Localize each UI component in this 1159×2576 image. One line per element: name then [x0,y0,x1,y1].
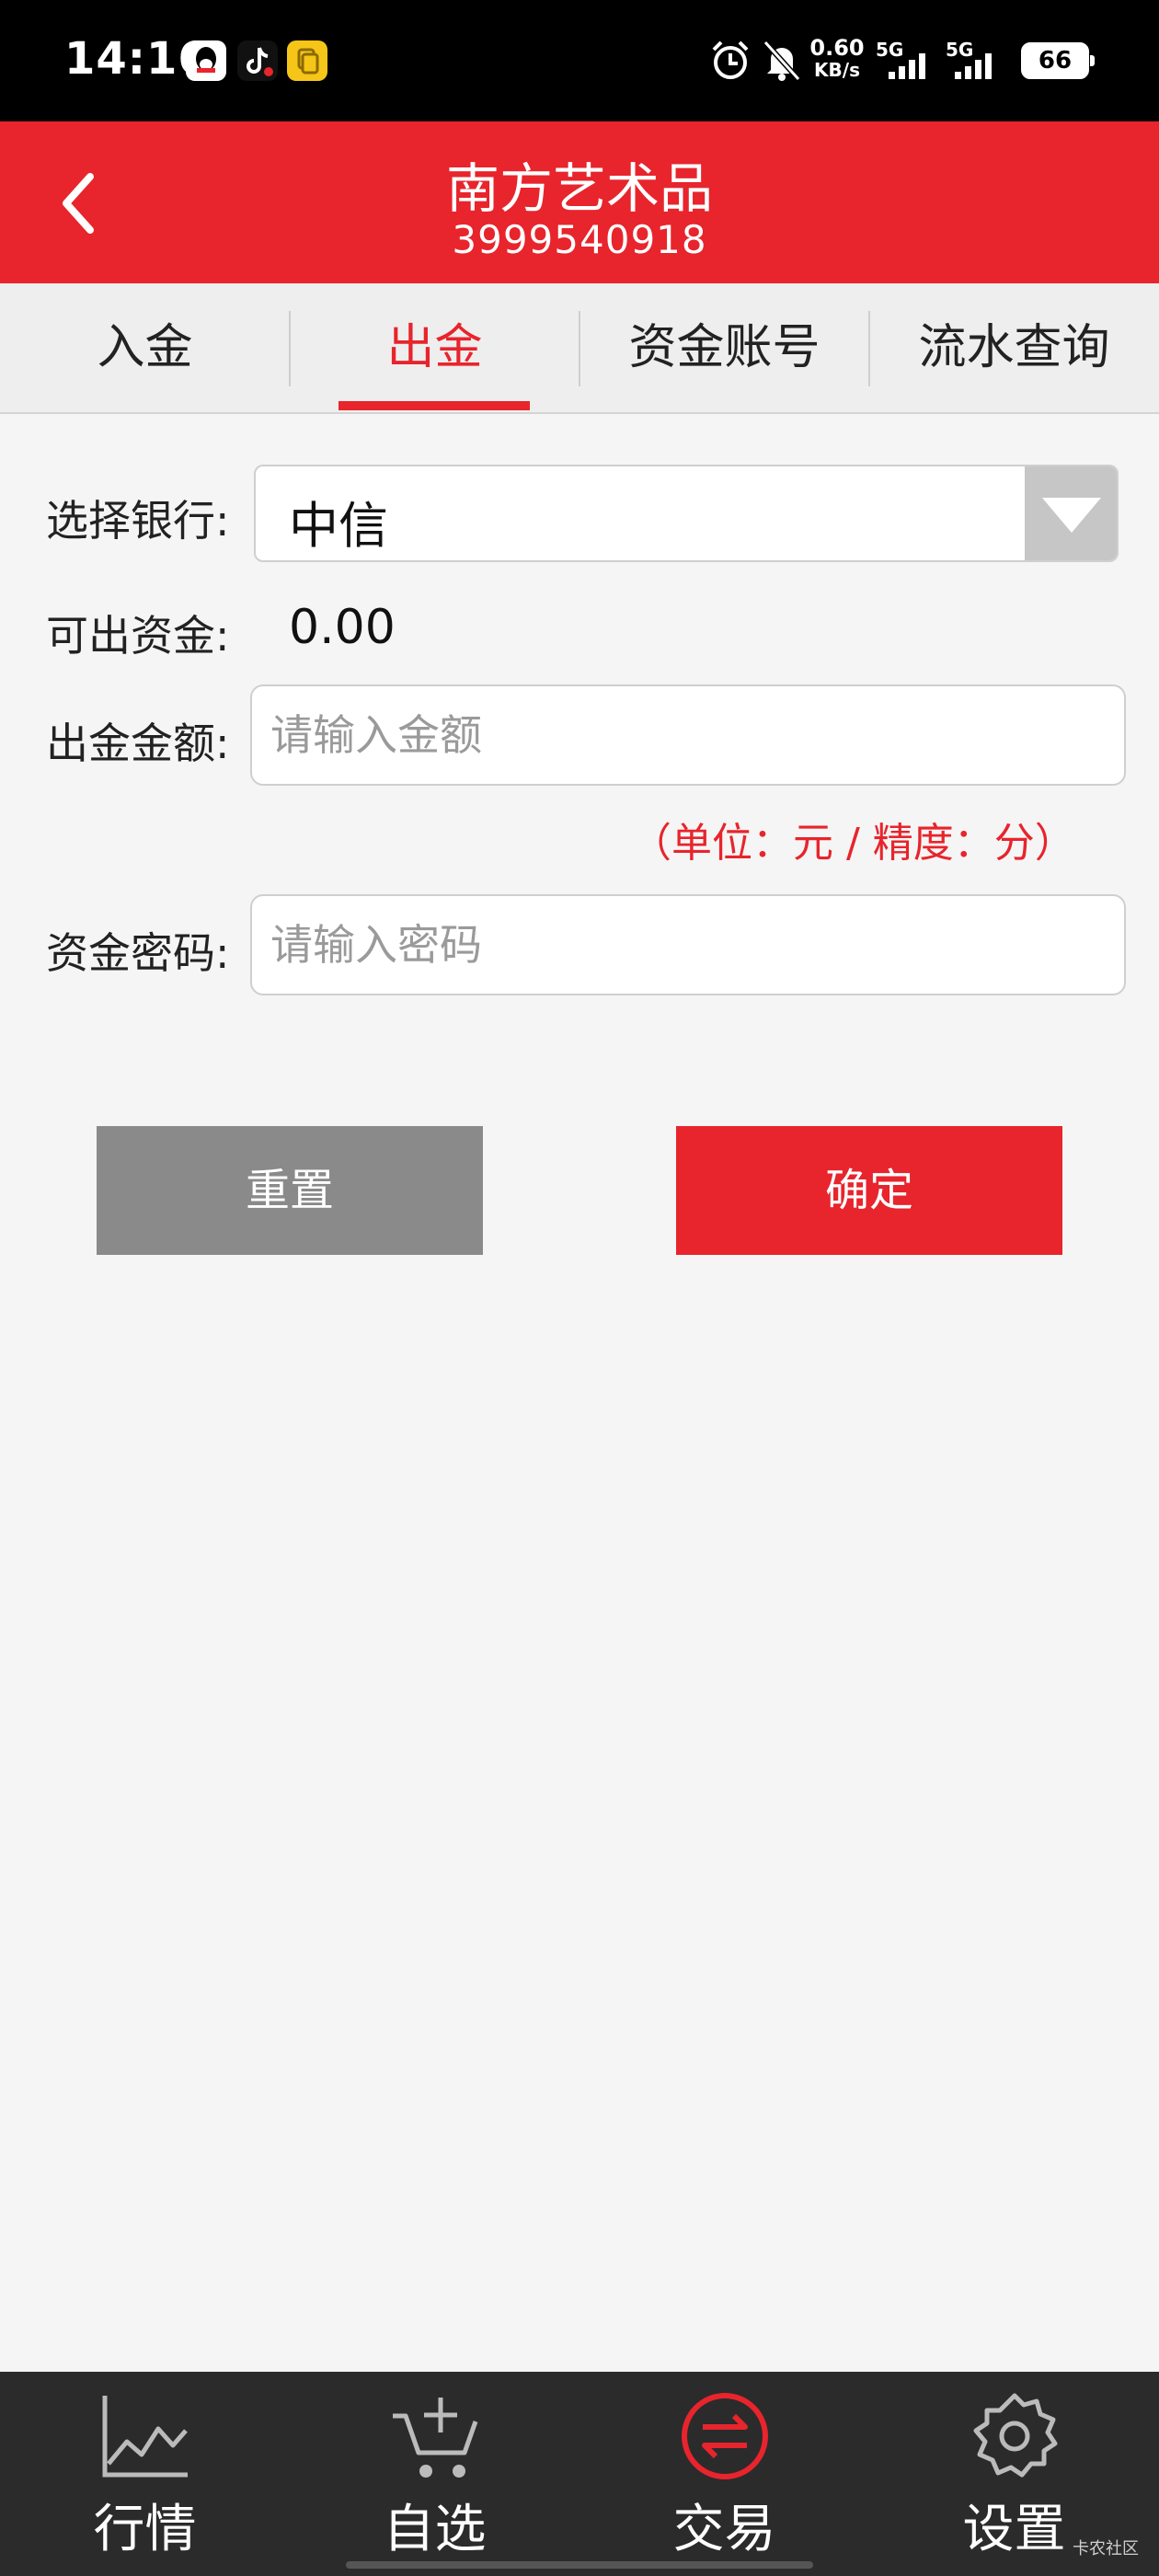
amount-input[interactable] [250,684,1126,786]
tab-deposit[interactable]: 入金 [0,283,290,412]
status-bar: 14:16 0.60 KB/s 5G 5G 66 [0,0,1159,121]
network-speed-value: 0.60 [809,35,865,61]
reset-button[interactable]: 重置 [97,1126,483,1255]
amount-label: 出金金额: [46,719,230,768]
bottom-nav: 行情 自选 交易 设置 [0,2372,1159,2576]
password-input[interactable] [250,894,1126,995]
chevron-down-icon [1042,498,1101,533]
line-chart-icon [102,2396,188,2478]
bank-label: 选择银行: [46,496,230,546]
tab-bar: 入金 出金 资金账号 流水查询 [0,283,1159,414]
tab-fund-account[interactable]: 资金账号 [580,283,869,412]
active-tab-indicator [339,401,530,410]
tab-transaction-history[interactable]: 流水查询 [869,283,1159,412]
mute-bell-icon [760,37,804,85]
battery-level: 66 [1024,45,1086,76]
tab-withdraw[interactable]: 出金 [290,283,580,412]
balance-label: 可出资金: [46,611,230,661]
gear-icon [973,2393,1058,2478]
clipboard-icon [287,40,327,81]
app-header: 南方艺术品 3999540918 [0,121,1159,283]
page-title: 南方艺术品 [445,157,713,220]
balance-value: 0.00 [289,600,396,655]
exchange-icon [682,2393,768,2479]
watermark: 卡农社区 [1073,2539,1139,2559]
nav-item-trade[interactable]: 交易 [580,2372,869,2576]
nav-label-watchlist: 自选 [383,2500,487,2559]
cart-add-icon [393,2398,478,2478]
signal-bars-1-icon [876,52,933,85]
password-label: 资金密码: [46,928,230,978]
nav-label-market: 行情 [93,2500,197,2559]
qq-icon [186,40,226,81]
account-number: 3999540918 [452,217,707,262]
network-speed-unit: KB/s [814,59,860,81]
alarm-icon [708,37,752,85]
nav-item-market[interactable]: 行情 [0,2372,290,2576]
network-speed: 0.60 KB/s [809,37,865,81]
nav-item-watchlist[interactable]: 自选 [290,2372,580,2576]
battery-icon: 66 [1021,42,1095,79]
dropdown-button[interactable] [1025,466,1117,560]
confirm-button[interactable]: 确定 [676,1126,1062,1255]
bank-select[interactable]: 中信 [254,465,1119,562]
home-indicator[interactable] [346,2561,813,2569]
bank-select-value: 中信 [289,497,388,555]
unit-note: （单位：元 / 精度：分） [631,820,1075,867]
tiktok-icon [237,40,278,81]
signal-bars-2-icon [949,52,1006,85]
nav-label-trade: 交易 [672,2500,776,2559]
